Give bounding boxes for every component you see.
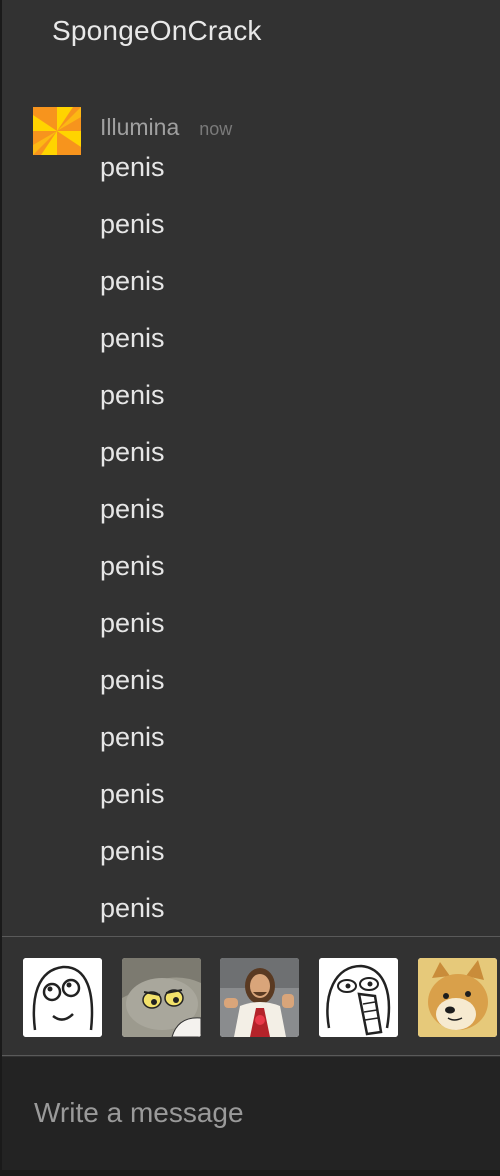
message-list: penis penis penis penis penis penis peni… <box>100 147 165 945</box>
chat-title: SpongeOnCrack <box>52 15 262 46</box>
doge-sticker-icon[interactable] <box>418 958 497 1037</box>
message-text: penis <box>100 722 165 752</box>
chat-window: SpongeOnCrack Illumina now penis penis p… <box>0 0 500 1176</box>
message-text: penis <box>100 380 165 410</box>
message-timestamp: now <box>199 119 233 139</box>
derp-face-sticker-icon[interactable] <box>23 958 102 1037</box>
message-text: penis <box>100 266 165 296</box>
message-text: penis <box>100 665 165 695</box>
message-composer <box>2 1057 500 1170</box>
message-text: penis <box>100 779 165 809</box>
lol-face-sticker-icon[interactable] <box>319 958 398 1037</box>
message-input[interactable] <box>34 1093 474 1133</box>
message-text: penis <box>100 323 165 353</box>
buddy-christ-sticker-icon[interactable] <box>220 958 299 1037</box>
pinwheel-avatar-icon[interactable] <box>33 107 81 155</box>
message-header: Illumina now <box>100 114 232 141</box>
message-text: penis <box>100 608 165 638</box>
message-text: penis <box>100 836 165 866</box>
message-text: penis <box>100 437 165 467</box>
sender-name[interactable]: Illumina <box>100 114 179 141</box>
unsettled-tom-sticker-icon[interactable] <box>122 958 201 1037</box>
window-bottom-edge <box>0 1170 500 1176</box>
message-text: penis <box>100 494 165 524</box>
message-text: penis <box>100 152 165 182</box>
sticker-bar <box>2 936 500 1056</box>
message-text: penis <box>100 551 165 581</box>
message-text: penis <box>100 209 165 239</box>
